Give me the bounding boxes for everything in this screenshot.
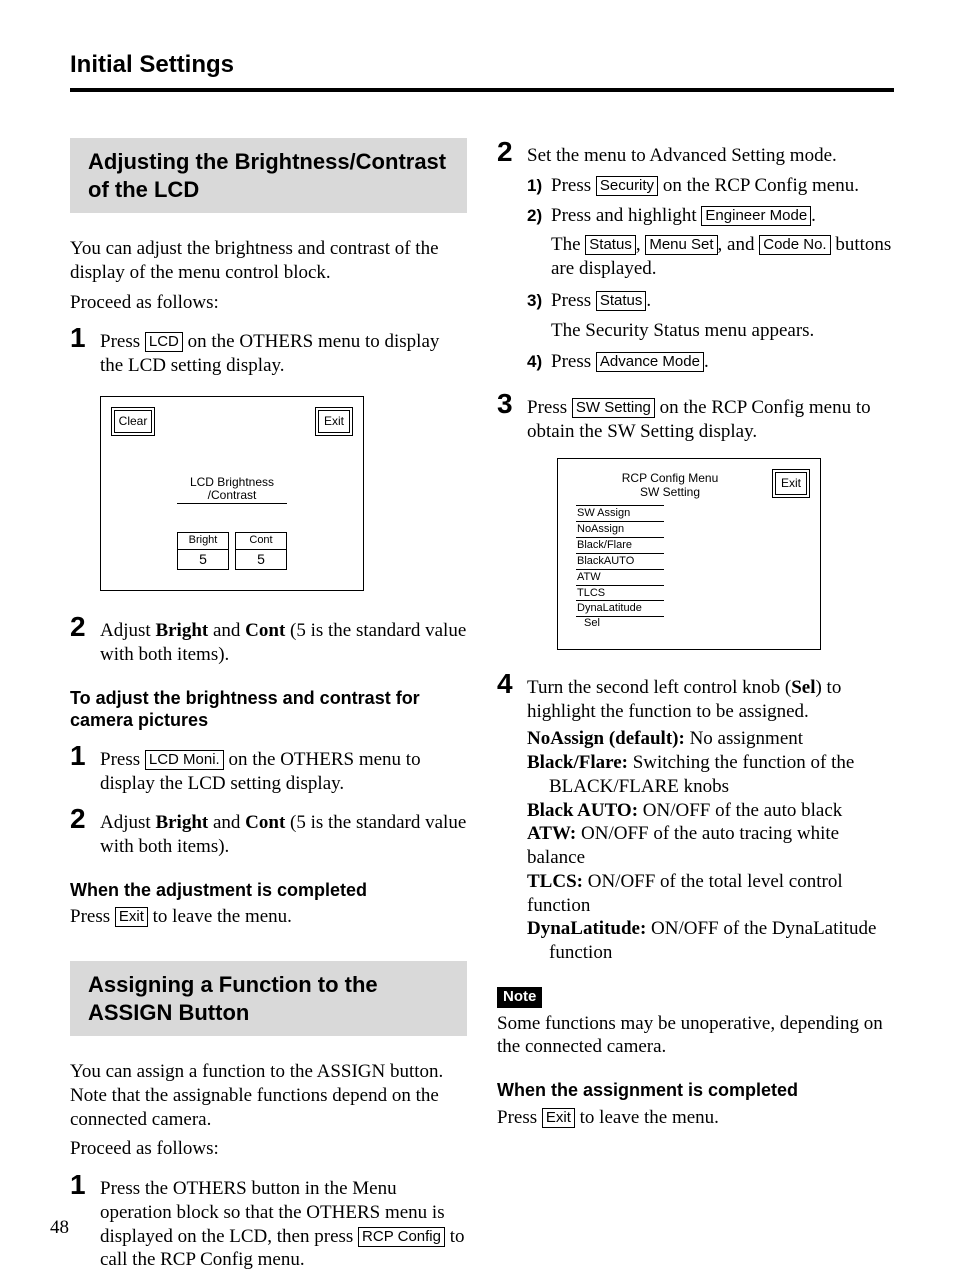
- lcd-title: LCD Brightness /Contrast: [177, 476, 287, 504]
- step-number: 2: [497, 138, 527, 166]
- step-body: Press SW Setting on the RCP Config menu …: [527, 396, 894, 660]
- subhead-camera-pictures: To adjust the brightness and contrast fo…: [70, 687, 467, 732]
- code-no-button: Code No.: [759, 235, 830, 255]
- engineer-mode-button: Engineer Mode: [701, 206, 811, 226]
- page-number: 48: [50, 1216, 69, 1240]
- list-item: TLCS: [576, 586, 664, 602]
- exit-instruction: Press Exit to leave the menu.: [497, 1106, 894, 1130]
- step-number: 2: [70, 805, 100, 833]
- list-item: Black/Flare: [576, 538, 664, 554]
- substep-2: 2) Press and highlight Engineer Mode.: [527, 204, 894, 228]
- substep-3-note: The Security Status menu appears.: [551, 319, 894, 343]
- substep-number: 1): [527, 175, 551, 196]
- assign-step-3: 3 Press SW Setting on the RCP Config men…: [497, 390, 894, 660]
- step-number: 3: [497, 390, 527, 418]
- definition-list: NoAssign (default): No assignment Black/…: [527, 727, 894, 965]
- list-item: NoAssign: [576, 522, 664, 538]
- exit-instruction: Press Exit to leave the menu.: [70, 905, 467, 929]
- status-button: Status: [585, 235, 636, 255]
- exit-button: Exit: [542, 1108, 575, 1128]
- assign-step-2: 2 Set the menu to Advanced Setting mode.…: [497, 138, 894, 380]
- subhead-adjustment-completed: When the adjustment is completed: [70, 879, 467, 902]
- content-columns: Adjusting the Brightness/Contrast of the…: [70, 138, 894, 1278]
- assign-proceed: Proceed as follows:: [70, 1137, 467, 1161]
- assign-step-4: 4 Turn the second left control knob (Sel…: [497, 670, 894, 965]
- step-number: 2: [70, 613, 100, 641]
- step-1: 1 Press LCD on the OTHERS menu to displa…: [70, 324, 467, 378]
- left-column: Adjusting the Brightness/Contrast of the…: [70, 138, 467, 1278]
- list-item: SW Assign: [576, 505, 664, 522]
- advance-mode-button: Advance Mode: [596, 352, 704, 372]
- sw-list: SW Assign NoAssign Black/Flare BlackAUTO…: [576, 505, 664, 617]
- step-number: 4: [497, 670, 527, 698]
- running-head: Initial Settings: [70, 50, 894, 82]
- list-item: DynaLatitude: [576, 601, 664, 617]
- intro-text: You can adjust the brightness and contra…: [70, 237, 467, 285]
- cp-step-1: 1 Press LCD Moni. on the OTHERS menu to …: [70, 742, 467, 796]
- sw-exit-button: Exit: [772, 469, 810, 498]
- substep-4: 4) Press Advance Mode.: [527, 350, 894, 374]
- section-title-lcd: Adjusting the Brightness/Contrast of the…: [70, 138, 467, 213]
- list-item: ATW: [576, 570, 664, 586]
- rcp-config-button: RCP Config: [358, 1227, 445, 1247]
- exit-button: Exit: [115, 907, 148, 927]
- lcd-moni-button: LCD Moni.: [145, 750, 224, 770]
- substep-number: 3): [527, 290, 551, 311]
- lcd-button: LCD: [145, 332, 183, 352]
- substep-number: 4): [527, 351, 551, 372]
- lcd-exit-button: Exit: [315, 407, 353, 436]
- list-item: BlackAUTO: [576, 554, 664, 570]
- step-body: Press LCD on the OTHERS menu to display …: [100, 330, 467, 378]
- substep-number: 2): [527, 205, 551, 226]
- subhead-assignment-completed: When the assignment is completed: [497, 1079, 894, 1102]
- lcd-clear-button: Clear: [111, 407, 155, 436]
- menu-set-button: Menu Set: [645, 235, 717, 255]
- step-body: Press the OTHERS button in the Menu oper…: [100, 1177, 467, 1272]
- proceed-text: Proceed as follows:: [70, 291, 467, 315]
- step-body: Set the menu to Advanced Setting mode. 1…: [527, 144, 894, 380]
- step-body: Press LCD Moni. on the OTHERS menu to di…: [100, 748, 467, 796]
- note-text: Some functions may be unoperative, depen…: [497, 1012, 894, 1060]
- status-button: Status: [596, 291, 647, 311]
- cp-step-2: 2 Adjust Bright and Cont (5 is the stand…: [70, 805, 467, 859]
- right-column: 2 Set the menu to Advanced Setting mode.…: [497, 138, 894, 1278]
- step-number: 1: [70, 1171, 100, 1199]
- step-number: 1: [70, 324, 100, 352]
- step-body: Adjust Bright and Cont (5 is the standar…: [100, 811, 467, 859]
- bright-knob: Bright 5: [177, 532, 229, 570]
- substep-2-note: The Status, Menu Set, and Code No. butto…: [551, 233, 894, 281]
- lcd-figure: Clear Exit LCD Brightness /Contrast Brig…: [100, 396, 364, 592]
- assign-intro: You can assign a function to the ASSIGN …: [70, 1060, 467, 1131]
- assign-step-1: 1 Press the OTHERS button in the Menu op…: [70, 1171, 467, 1272]
- sw-sel-label: Sel: [584, 617, 810, 631]
- step-body: Adjust Bright and Cont (5 is the standar…: [100, 619, 467, 667]
- step-2: 2 Adjust Bright and Cont (5 is the stand…: [70, 613, 467, 667]
- step-number: 1: [70, 742, 100, 770]
- sw-setting-button: SW Setting: [572, 398, 655, 418]
- substep-1: 1) Press Security on the RCP Config menu…: [527, 174, 894, 198]
- note-badge: Note: [497, 987, 542, 1008]
- head-rule: [70, 88, 894, 92]
- cont-knob: Cont 5: [235, 532, 287, 570]
- security-button: Security: [596, 176, 658, 196]
- step-body: Turn the second left control knob (Sel) …: [527, 676, 894, 965]
- sw-setting-figure: RCP Config Menu SW Setting Exit SW Assig…: [557, 458, 821, 650]
- section-title-assign: Assigning a Function to the ASSIGN Butto…: [70, 961, 467, 1036]
- sw-title: RCP Config Menu SW Setting: [568, 469, 772, 500]
- substep-3: 3) Press Status.: [527, 289, 894, 313]
